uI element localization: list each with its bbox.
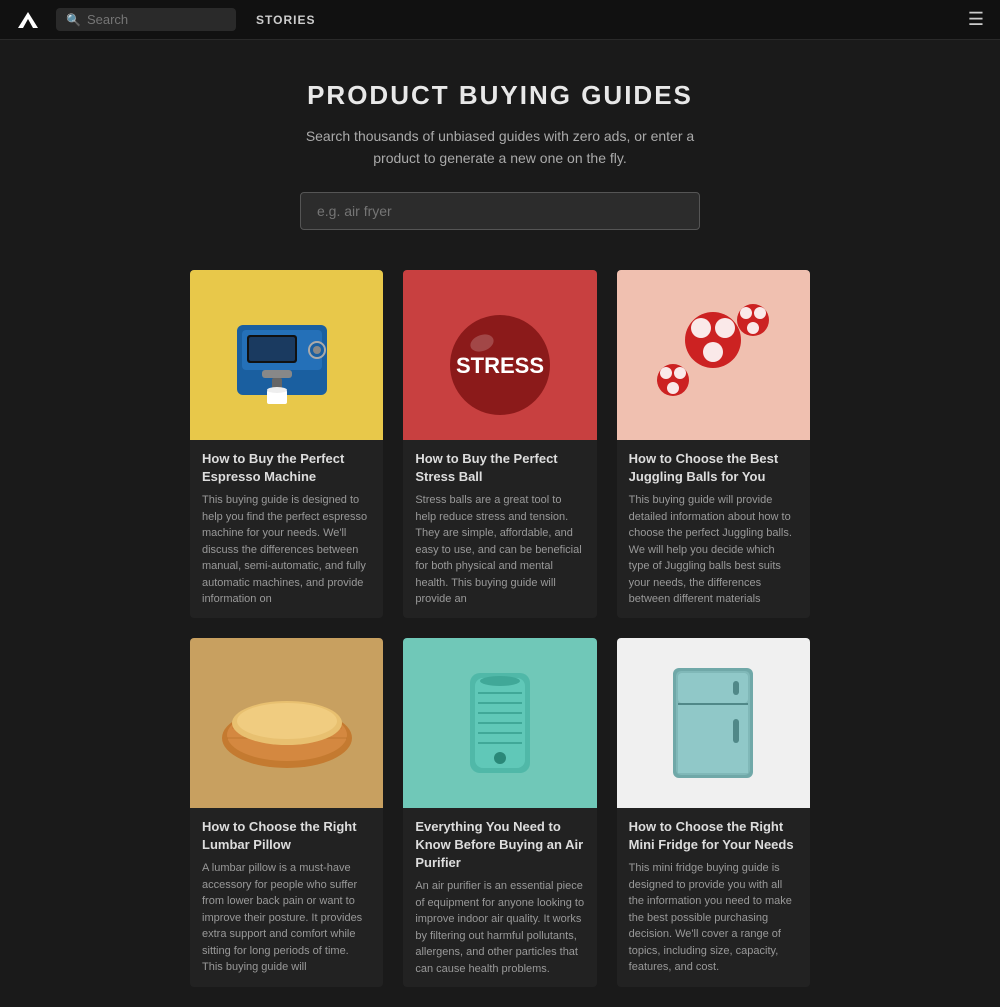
card-body-lumbar: How to Choose the Right Lumbar Pillow A l… [190, 808, 383, 986]
svg-text:STRESS: STRESS [456, 353, 544, 378]
card-body-mini-fridge: How to Choose the Right Mini Fridge for … [617, 808, 810, 986]
card-lumbar[interactable]: How to Choose the Right Lumbar Pillow A l… [190, 638, 383, 988]
card-body-espresso: How to Buy the Perfect Espresso Machine T… [190, 440, 383, 618]
card-mini-fridge[interactable]: How to Choose the Right Mini Fridge for … [617, 638, 810, 988]
card-title-lumbar: How to Choose the Right Lumbar Pillow [202, 818, 371, 854]
card-stress-ball[interactable]: STRESS How to Buy the Perfect Stress Bal… [403, 270, 596, 618]
logo-icon [16, 8, 40, 32]
hero-subtitle: Search thousands of unbiased guides with… [290, 125, 710, 170]
card-image-juggling [617, 270, 810, 440]
search-icon: 🔍 [66, 13, 81, 27]
card-air-purifier[interactable]: Everything You Need to Know Before Buyin… [403, 638, 596, 988]
card-title-juggling: How to Choose the Best Juggling Balls fo… [629, 450, 798, 486]
nav-search-input[interactable] [87, 12, 226, 27]
navbar: 🔍 STORIES ☰ [0, 0, 1000, 40]
card-image-mini-fridge [617, 638, 810, 808]
stories-nav-link[interactable]: STORIES [256, 13, 315, 27]
hero-section: PRODUCT BUYING GUIDES Search thousands o… [0, 40, 1000, 260]
card-body-juggling: How to Choose the Best Juggling Balls fo… [617, 440, 810, 618]
nav-search-bar[interactable]: 🔍 [56, 8, 236, 31]
card-image-espresso [190, 270, 383, 440]
hero-search-input[interactable] [300, 192, 700, 230]
card-title-espresso: How to Buy the Perfect Espresso Machine [202, 450, 371, 486]
card-espresso[interactable]: How to Buy the Perfect Espresso Machine T… [190, 270, 383, 618]
card-desc-air-purifier: An air purifier is an essential piece of… [415, 878, 584, 977]
hero-title: PRODUCT BUYING GUIDES [20, 80, 980, 111]
card-desc-stress-ball: Stress balls are a great tool to help re… [415, 492, 584, 608]
card-body-stress-ball: How to Buy the Perfect Stress Ball Stress… [403, 440, 596, 618]
card-image-air-purifier [403, 638, 596, 808]
card-desc-lumbar: A lumbar pillow is a must-have accessory… [202, 860, 371, 976]
card-title-stress-ball: How to Buy the Perfect Stress Ball [415, 450, 584, 486]
hamburger-menu-icon[interactable]: ☰ [968, 9, 984, 30]
card-title-mini-fridge: How to Choose the Right Mini Fridge for … [629, 818, 798, 854]
card-grid: How to Buy the Perfect Espresso Machine T… [0, 260, 1000, 1007]
card-desc-juggling: This buying guide will provide detailed … [629, 492, 798, 608]
card-image-stress-ball: STRESS [403, 270, 596, 440]
card-juggling[interactable]: How to Choose the Best Juggling Balls fo… [617, 270, 810, 618]
card-image-lumbar [190, 638, 383, 808]
card-desc-espresso: This buying guide is designed to help yo… [202, 492, 371, 608]
card-title-air-purifier: Everything You Need to Know Before Buyin… [415, 818, 584, 873]
logo[interactable] [16, 8, 40, 32]
card-body-air-purifier: Everything You Need to Know Before Buyin… [403, 808, 596, 988]
card-desc-mini-fridge: This mini fridge buying guide is designe… [629, 860, 798, 976]
